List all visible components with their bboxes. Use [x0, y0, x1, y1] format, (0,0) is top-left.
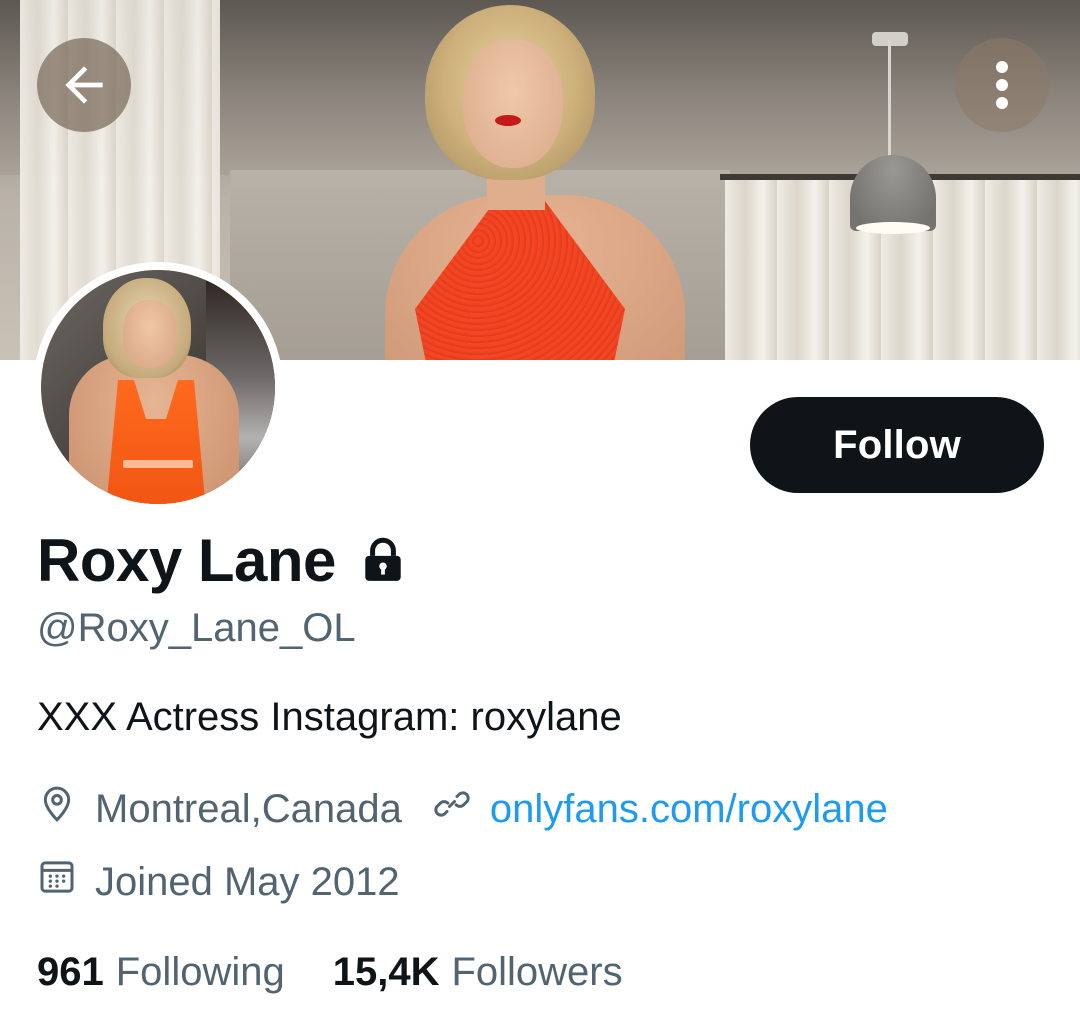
banner-person-lips: [495, 115, 521, 126]
follow-button[interactable]: Follow: [750, 397, 1044, 493]
followers-label: Followers: [451, 950, 623, 994]
profile-website-link[interactable]: onlyfans.com/roxylane: [490, 787, 888, 832]
following-label: Following: [115, 950, 285, 994]
profile-bio: XXX Actress Instagram: roxylane: [37, 695, 622, 739]
profile-name-row: Roxy Lane: [37, 520, 408, 600]
banner-lamp-cord: [888, 40, 891, 160]
profile-website[interactable]: onlyfans.com/roxylane: [432, 784, 888, 834]
profile-display-name: Roxy Lane: [37, 526, 336, 594]
calendar-icon: [37, 857, 77, 907]
more-options-button[interactable]: [955, 38, 1049, 132]
arrow-left-icon: [65, 66, 103, 104]
banner-person: [385, 0, 685, 360]
profile-avatar[interactable]: [33, 262, 283, 512]
lock-icon: [358, 535, 408, 590]
profile-joined: Joined May 2012: [37, 857, 400, 907]
following-stat[interactable]: 961 Following: [37, 950, 285, 995]
followers-count: 15,4K: [332, 950, 440, 994]
avatar-photo: [41, 270, 275, 504]
profile-joined-text: Joined May 2012: [95, 859, 400, 904]
profile-meta-row-2: Joined May 2012: [37, 857, 400, 907]
avatar-photo-face: [123, 300, 177, 368]
following-count: 961: [37, 950, 104, 994]
profile-stats: 961 Following 15,4K Followers: [37, 950, 623, 995]
banner-person-face: [463, 40, 563, 168]
profile-location: Montreal,Canada: [37, 784, 402, 834]
profile-handle: @Roxy_Lane_OL: [37, 606, 356, 650]
location-pin-icon: [37, 784, 77, 834]
vertical-ellipsis-icon: [996, 61, 1008, 109]
profile-meta-row-1: Montreal,Canada onlyfans.com/roxylane: [37, 784, 888, 834]
profile-location-text: Montreal,Canada: [95, 786, 402, 831]
banner-lamp-glow: [856, 222, 930, 234]
link-icon: [432, 784, 472, 834]
banner-lamp-shade: [850, 155, 936, 231]
followers-stat[interactable]: 15,4K Followers: [333, 950, 623, 995]
avatar-photo-tank-print: [123, 460, 193, 468]
back-button[interactable]: [37, 38, 131, 132]
